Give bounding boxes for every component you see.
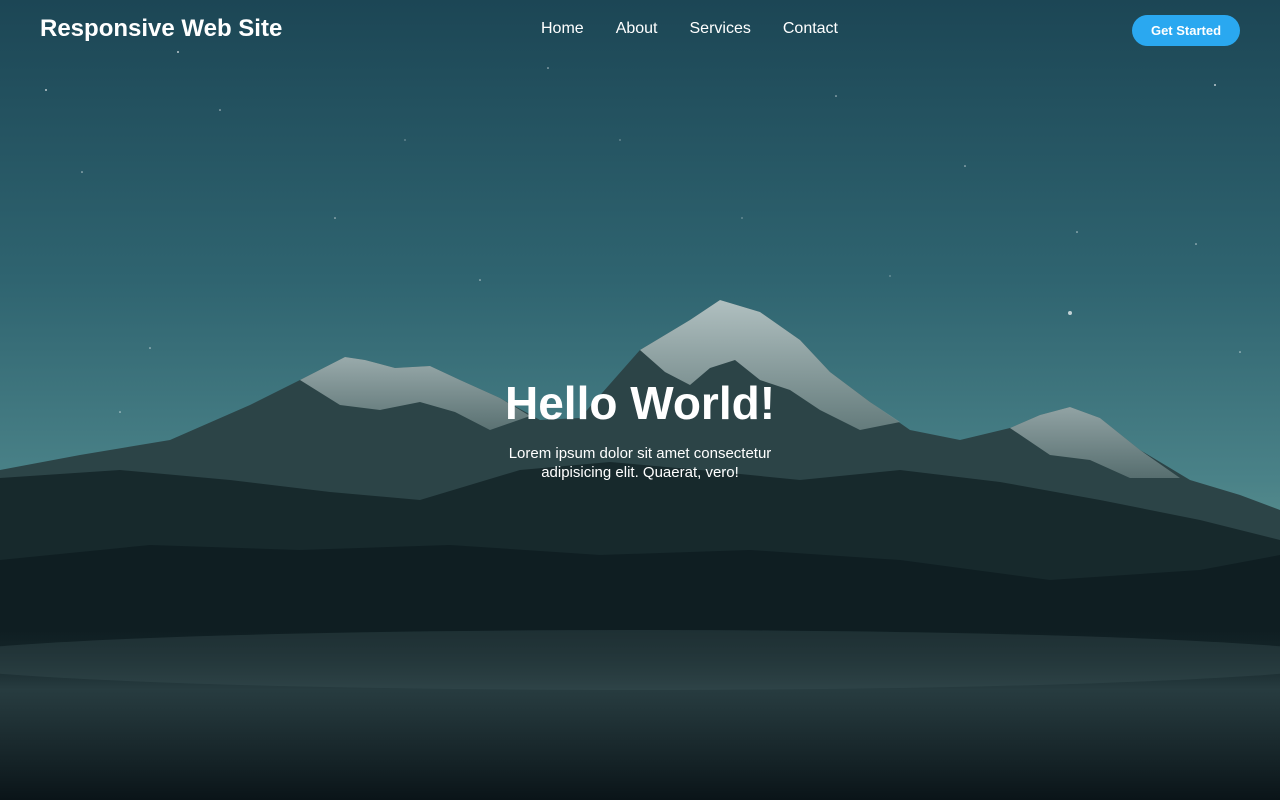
get-started-button[interactable]: Get Started xyxy=(1132,15,1240,46)
hero-section: Hello World! Lorem ipsum dolor sit amet … xyxy=(0,372,1280,482)
nav-link-about[interactable]: About xyxy=(616,20,658,38)
navbar: Responsive Web Site Home About Services … xyxy=(0,0,1280,62)
nav-link-contact[interactable]: Contact xyxy=(783,20,838,38)
landing-page: Responsive Web Site Home About Services … xyxy=(0,0,1280,800)
hero-title: Hello World! xyxy=(504,377,776,429)
main-nav: Home About Services Contact xyxy=(541,20,838,38)
site-logo[interactable]: Responsive Web Site xyxy=(40,15,282,43)
nav-link-home[interactable]: Home xyxy=(541,20,584,38)
nav-link-services[interactable]: Services xyxy=(690,20,751,38)
hero-description: Lorem ipsum dolor sit amet consectetur a… xyxy=(508,445,772,481)
